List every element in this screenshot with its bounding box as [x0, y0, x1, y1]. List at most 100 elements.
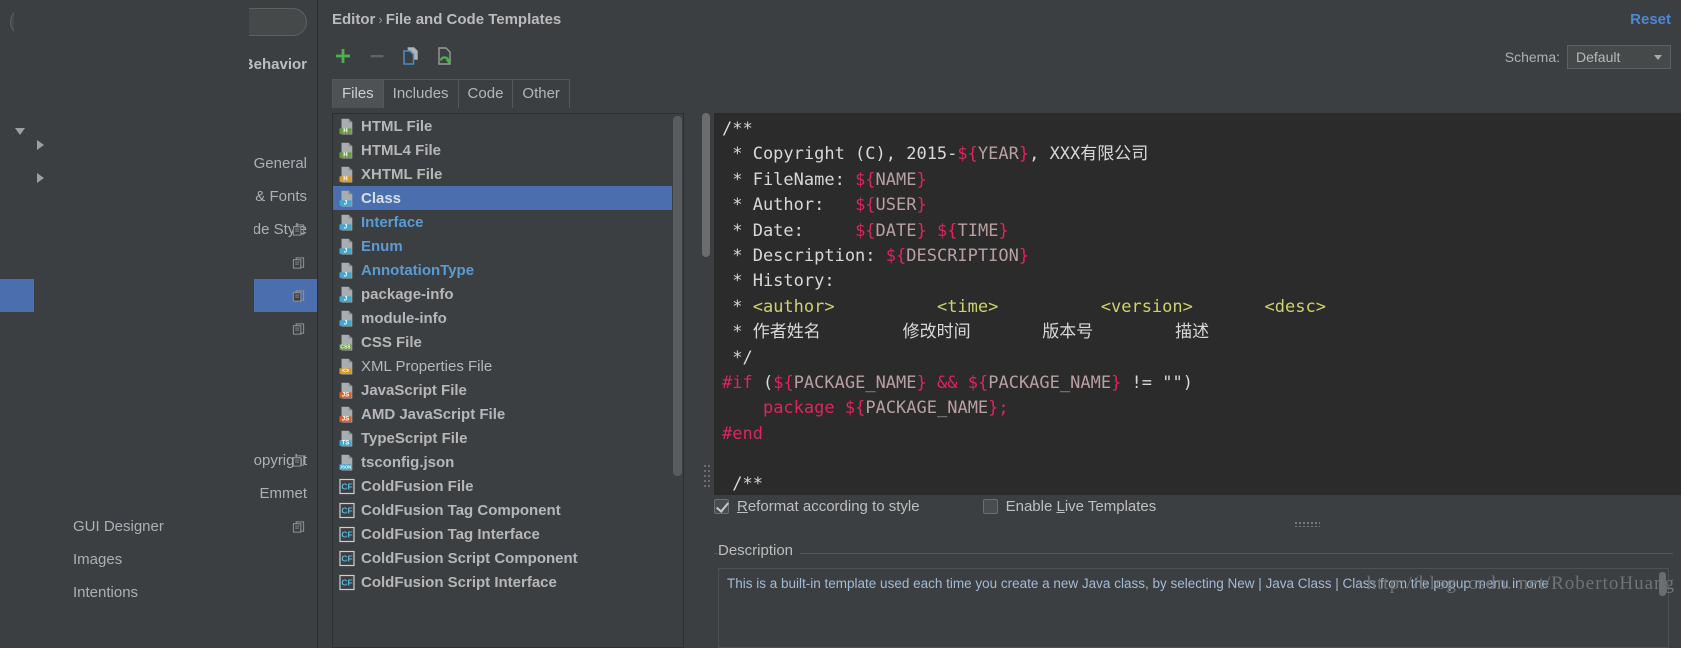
template-list-item[interactable]: CF ColdFusion Tag Component — [333, 498, 672, 522]
panel-resize-grip[interactable] — [1294, 521, 1320, 527]
sidebar-item-intentions[interactable]: Intentions — [0, 576, 317, 609]
editor-scrollbar-thumb[interactable] — [702, 113, 710, 257]
coldfusion-icon: CF — [339, 478, 355, 495]
svg-text:H: H — [343, 127, 348, 134]
template-list[interactable]: H HTML File H HTML4 File H XHTML File J … — [333, 114, 672, 647]
sidebar-item-gui-designer[interactable]: GUI Designer — [0, 510, 317, 543]
reset-template-button[interactable] — [434, 45, 456, 67]
file-icon: JS — [339, 382, 355, 399]
template-list-item[interactable]: CSS CSS File — [333, 330, 672, 354]
template-name: XHTML File — [361, 166, 442, 183]
reformat-checkbox-box[interactable] — [714, 499, 729, 514]
code-token: } — [988, 398, 998, 418]
template-list-item[interactable]: TS TypeScript File — [333, 426, 672, 450]
tree-spacer — [54, 553, 68, 567]
code-token: ${ — [845, 398, 865, 418]
template-list-item[interactable]: H XHTML File — [333, 162, 672, 186]
reformat-mnemonic: R — [737, 498, 748, 515]
file-icon: J — [339, 310, 355, 327]
template-list-item[interactable]: CF ColdFusion Tag Interface — [333, 522, 672, 546]
live-templates-label-rest: ive Templates — [1065, 498, 1156, 515]
code-token: <desc> — [1265, 297, 1326, 317]
copy-template-button[interactable] — [400, 45, 422, 67]
template-list-item[interactable]: CF ColdFusion File — [333, 474, 672, 498]
svg-text:CF: CF — [341, 577, 352, 587]
svg-text:H: H — [343, 151, 348, 158]
code-token: /** — [722, 119, 753, 139]
code-line: * Copyright (C), 2015-${YEAR}, XXX有限公司 — [722, 142, 1681, 167]
code-line: * FileName: ${NAME} — [722, 168, 1681, 193]
editor-splitter-handle[interactable] — [703, 463, 711, 489]
template-list-item[interactable]: <> XML Properties File — [333, 354, 672, 378]
template-category-tabs: FilesIncludesCodeOther — [332, 79, 569, 108]
remove-template-button[interactable] — [366, 45, 388, 67]
template-editor-panel: /** * Copyright (C), 2015-${YEAR}, XXX有限… — [700, 113, 1681, 495]
template-list-item[interactable]: J Class — [333, 186, 672, 210]
scrollbar-thumb[interactable] — [673, 116, 682, 476]
editor-vertical-scrollbar[interactable] — [700, 113, 712, 495]
template-list-item[interactable]: J module-info — [333, 306, 672, 330]
tab-code[interactable]: Code — [458, 79, 514, 108]
template-list-item[interactable]: J package-info — [333, 282, 672, 306]
svg-text:H: H — [343, 175, 348, 182]
file-icon: TS — [339, 430, 355, 447]
tree-spacer — [54, 586, 68, 600]
code-token — [927, 373, 937, 393]
reset-link[interactable]: Reset — [1630, 11, 1671, 28]
template-list-scrollbar[interactable] — [672, 114, 683, 647]
code-token: } — [1019, 246, 1029, 266]
sidebar-item-images[interactable]: Images — [0, 543, 317, 576]
template-list-item[interactable]: J Enum — [333, 234, 672, 258]
description-scrollbar[interactable] — [1658, 570, 1667, 646]
tab-includes[interactable]: Includes — [383, 79, 459, 108]
template-list-item[interactable]: JSON tsconfig.json — [333, 450, 672, 474]
code-line: * Author: ${USER} — [722, 193, 1681, 218]
code-token: USER — [876, 195, 917, 215]
template-list-item[interactable]: JS JavaScript File — [333, 378, 672, 402]
code-token: * — [722, 297, 753, 317]
add-template-button[interactable] — [332, 45, 354, 67]
code-line: package ${PACKAGE_NAME}; — [722, 396, 1681, 421]
live-templates-mnemonic: L — [1056, 498, 1064, 515]
file-icon: J — [339, 214, 355, 231]
sidebar-item-label: Intentions — [73, 584, 138, 601]
code-token — [998, 297, 1100, 317]
template-list-item[interactable]: J AnnotationType — [333, 258, 672, 282]
template-list-item[interactable]: CF ColdFusion Script Component — [333, 546, 672, 570]
template-list-item[interactable]: JS AMD JavaScript File — [333, 402, 672, 426]
template-list-item[interactable]: J Interface — [333, 210, 672, 234]
code-token: * FileName: — [722, 170, 855, 190]
tab-files[interactable]: Files — [332, 79, 384, 108]
template-name: ColdFusion File — [361, 478, 474, 495]
code-token: * Author: — [722, 195, 855, 215]
template-name: ColdFusion Script Component — [361, 550, 578, 567]
settings-tree: Appearance & BehaviorKeymapEditorGeneral… — [0, 48, 317, 609]
svg-text:CSS: CSS — [340, 344, 351, 350]
description-scrollbar-thumb[interactable] — [1659, 572, 1666, 596]
live-templates-checkbox-box[interactable] — [983, 499, 998, 514]
code-token: ${ — [886, 246, 906, 266]
code-line: /** — [722, 472, 1681, 495]
svg-text:JS: JS — [342, 415, 350, 422]
tab-other[interactable]: Other — [512, 79, 570, 108]
template-code-editor[interactable]: /** * Copyright (C), 2015-${YEAR}, XXX有限… — [714, 113, 1681, 495]
live-templates-checkbox-label: Enable Live Templates — [1006, 498, 1157, 515]
file-icon: J — [339, 238, 355, 255]
sidebar-item-emmet[interactable]: Emmet — [0, 477, 317, 510]
live-templates-checkbox[interactable]: Enable Live Templates — [983, 498, 1157, 515]
chevron-down-icon[interactable] — [14, 124, 28, 138]
copy-icon — [401, 46, 421, 66]
template-list-item[interactable]: CF ColdFusion Script Interface — [333, 570, 672, 594]
template-list-item[interactable]: H HTML4 File — [333, 138, 672, 162]
code-token: YEAR — [978, 144, 1019, 164]
code-line: #if (${PACKAGE_NAME} && ${PACKAGE_NAME} … — [722, 371, 1681, 396]
code-line: * Date: ${DATE} ${TIME} — [722, 219, 1681, 244]
breadcrumb-root[interactable]: Editor — [332, 11, 375, 28]
reformat-checkbox-label: Reformat according to style — [737, 498, 920, 515]
svg-text:J: J — [344, 247, 348, 254]
tree-spacer — [54, 520, 68, 534]
schema-dropdown[interactable]: Default — [1567, 45, 1671, 69]
template-list-item[interactable]: H HTML File — [333, 114, 672, 138]
code-token: */ — [722, 348, 753, 368]
reformat-checkbox[interactable]: Reformat according to style — [714, 498, 920, 515]
